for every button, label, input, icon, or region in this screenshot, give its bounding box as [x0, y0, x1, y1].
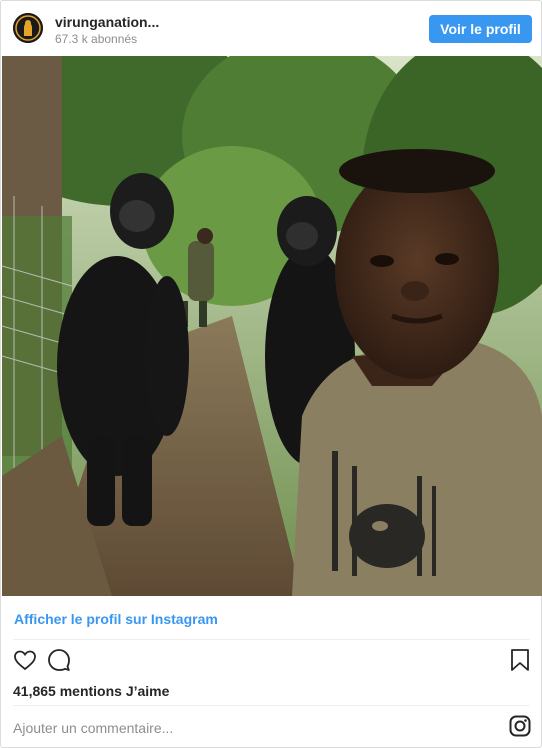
- post-image: [2, 56, 542, 596]
- instagram-icon: [509, 715, 531, 737]
- bookmark-icon: [511, 649, 529, 671]
- gorilla-logo-icon: [13, 13, 43, 43]
- username[interactable]: virunganation...: [55, 14, 159, 30]
- action-bar: [1, 646, 541, 676]
- instagram-embed-card: virunganation... 67.3 k abonnés Voir le …: [0, 0, 542, 748]
- like-button[interactable]: [13, 648, 39, 674]
- like-count: 41,865 mentions J’aime: [13, 683, 170, 699]
- instagram-logo-link[interactable]: [509, 715, 531, 737]
- post-header: virunganation... 67.3 k abonnés Voir le …: [1, 1, 541, 56]
- view-profile-button[interactable]: Voir le profil: [429, 15, 532, 43]
- comment-icon: [48, 649, 70, 671]
- view-profile-on-instagram-link[interactable]: Afficher le profil sur Instagram: [14, 611, 218, 627]
- post-photo[interactable]: [2, 56, 542, 596]
- comment-button[interactable]: [47, 648, 73, 674]
- save-button[interactable]: [509, 648, 535, 674]
- follower-count: 67.3 k abonnés: [55, 32, 138, 46]
- divider: [13, 639, 530, 640]
- divider: [13, 705, 530, 706]
- profile-avatar[interactable]: [13, 13, 43, 43]
- heart-icon: [14, 650, 36, 671]
- add-comment-input[interactable]: [13, 717, 493, 739]
